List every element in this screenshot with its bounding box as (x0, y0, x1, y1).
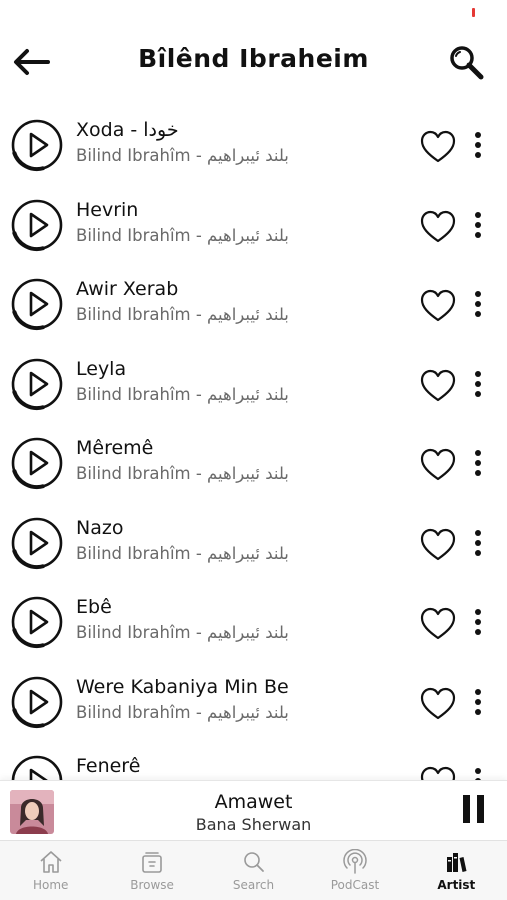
heart-icon[interactable] (420, 687, 456, 721)
tab-label: Artist (437, 878, 476, 892)
song-title: Were Kabaniya Min Be (76, 675, 289, 698)
more-options-icon[interactable] (468, 444, 488, 482)
heart-icon[interactable] (420, 289, 456, 323)
song-row[interactable]: Ebê Bilind Ibrahîm - بلند ئیبراهیم (0, 585, 507, 665)
play-icon[interactable] (10, 675, 64, 729)
now-playing-bar[interactable]: Amawet Bana Sherwan (0, 780, 507, 840)
more-options-icon[interactable] (468, 524, 488, 562)
heart-icon[interactable] (420, 607, 456, 641)
more-options-icon[interactable] (468, 126, 488, 164)
song-row[interactable]: Mêremê Bilind Ibrahîm - بلند ئیبراهیم (0, 426, 507, 506)
play-icon[interactable] (10, 357, 64, 411)
play-icon[interactable] (10, 436, 64, 490)
song-artist: Bilind Ibrahîm - بلند ئیبراهیم (76, 543, 289, 563)
tab-search[interactable]: Search (203, 841, 304, 900)
more-options-icon[interactable] (468, 603, 488, 641)
song-artist: Bilind Ibrahîm - بلند ئیبراهیم (76, 305, 289, 324)
search-icon (243, 852, 264, 872)
play-icon[interactable] (10, 516, 64, 570)
tab-label: Browse (130, 878, 174, 892)
heart-icon[interactable] (420, 210, 456, 244)
browse-icon (142, 852, 162, 873)
more-options-icon[interactable] (468, 762, 488, 780)
play-icon[interactable] (10, 754, 64, 780)
song-artist: Bilind Ibrahîm - بلند ئیبراهیم (76, 623, 289, 642)
song-artist: Bilind Ibrahîm - بلند ئیبراهیم (76, 225, 289, 245)
tab-label: Search (232, 878, 275, 892)
play-icon[interactable] (10, 198, 64, 252)
song-row[interactable]: Were Kabaniya Min Be Bilind Ibrahîm - بلن… (0, 665, 507, 745)
song-title: Ebê (76, 596, 112, 618)
now-playing-artist: Bana Sherwan (195, 815, 312, 834)
tab-label: Home (32, 878, 69, 892)
pause-icon[interactable] (458, 795, 488, 827)
song-row[interactable]: Leyla Bilind Ibrahîm - بلند ئیبراهیم (0, 347, 507, 427)
tab-label: PodCast (330, 878, 380, 892)
song-title: Xoda - خودا (76, 119, 179, 141)
song-artist: Bilind Ibrahîm - بلند ئیبراهیم (76, 146, 289, 165)
heart-icon[interactable] (420, 448, 456, 482)
song-row[interactable]: Xoda - خودا Bilind Ibrahîm - بلند ئیبراهی… (0, 108, 507, 188)
song-title: Mêremê (76, 437, 154, 459)
tab-podcast[interactable]: PodCast (304, 841, 405, 900)
song-title: Nazo (76, 516, 124, 539)
artist-icon (447, 853, 467, 872)
play-icon[interactable] (10, 595, 64, 649)
tab-artist[interactable]: Artist (406, 841, 507, 900)
song-title: Fenerê (76, 755, 141, 777)
more-options-icon[interactable] (468, 285, 488, 323)
song-list: Xoda - خودا Bilind Ibrahîm - بلند ئیبراهی… (0, 108, 507, 780)
song-artist: Bilind Ibrahîm - بلند ئیبراهیم (76, 702, 289, 722)
top-bar: Bîlênd Ibraheim (0, 30, 507, 92)
more-options-icon[interactable] (468, 206, 488, 244)
search-button[interactable] (444, 42, 488, 82)
tab-home[interactable]: Home (0, 841, 101, 900)
song-artist: Bilind Ibrahîm - بلند ئیبراهیم (76, 464, 289, 483)
more-options-icon[interactable] (468, 365, 488, 403)
now-playing-title: Amawet (214, 791, 293, 813)
heart-icon[interactable] (420, 130, 456, 164)
song-title: Awir Xerab (76, 278, 179, 300)
page-title: Bîlênd Ibraheim (138, 44, 369, 73)
play-icon[interactable] (10, 277, 64, 331)
song-title: Leyla (76, 357, 127, 380)
heart-icon[interactable] (420, 766, 456, 780)
heart-icon[interactable] (420, 528, 456, 562)
more-options-icon[interactable] (468, 683, 488, 721)
song-row[interactable]: Nazo Bilind Ibrahîm - بلند ئیبراهیم (0, 506, 507, 586)
search-icon (450, 46, 484, 80)
song-row[interactable]: Hevrin Bilind Ibrahîm - بلند ئیبراهیم (0, 188, 507, 268)
status-indicator (472, 8, 475, 17)
bottom-tab-bar: Home Browse Search PodCast Artist (0, 840, 507, 900)
song-row[interactable]: Awir Xerab Bilind Ibrahîm - بلند ئیبراهیم (0, 267, 507, 347)
song-title: Hevrin (76, 198, 139, 221)
tab-browse[interactable]: Browse (101, 841, 202, 900)
heart-icon[interactable] (420, 369, 456, 403)
podcast-icon (343, 849, 367, 874)
song-artist: Bilind Ibrahîm - بلند ئیبراهیم (76, 384, 289, 404)
home-icon (40, 851, 62, 873)
song-row[interactable]: Fenerê (0, 744, 507, 780)
play-icon[interactable] (10, 118, 64, 172)
